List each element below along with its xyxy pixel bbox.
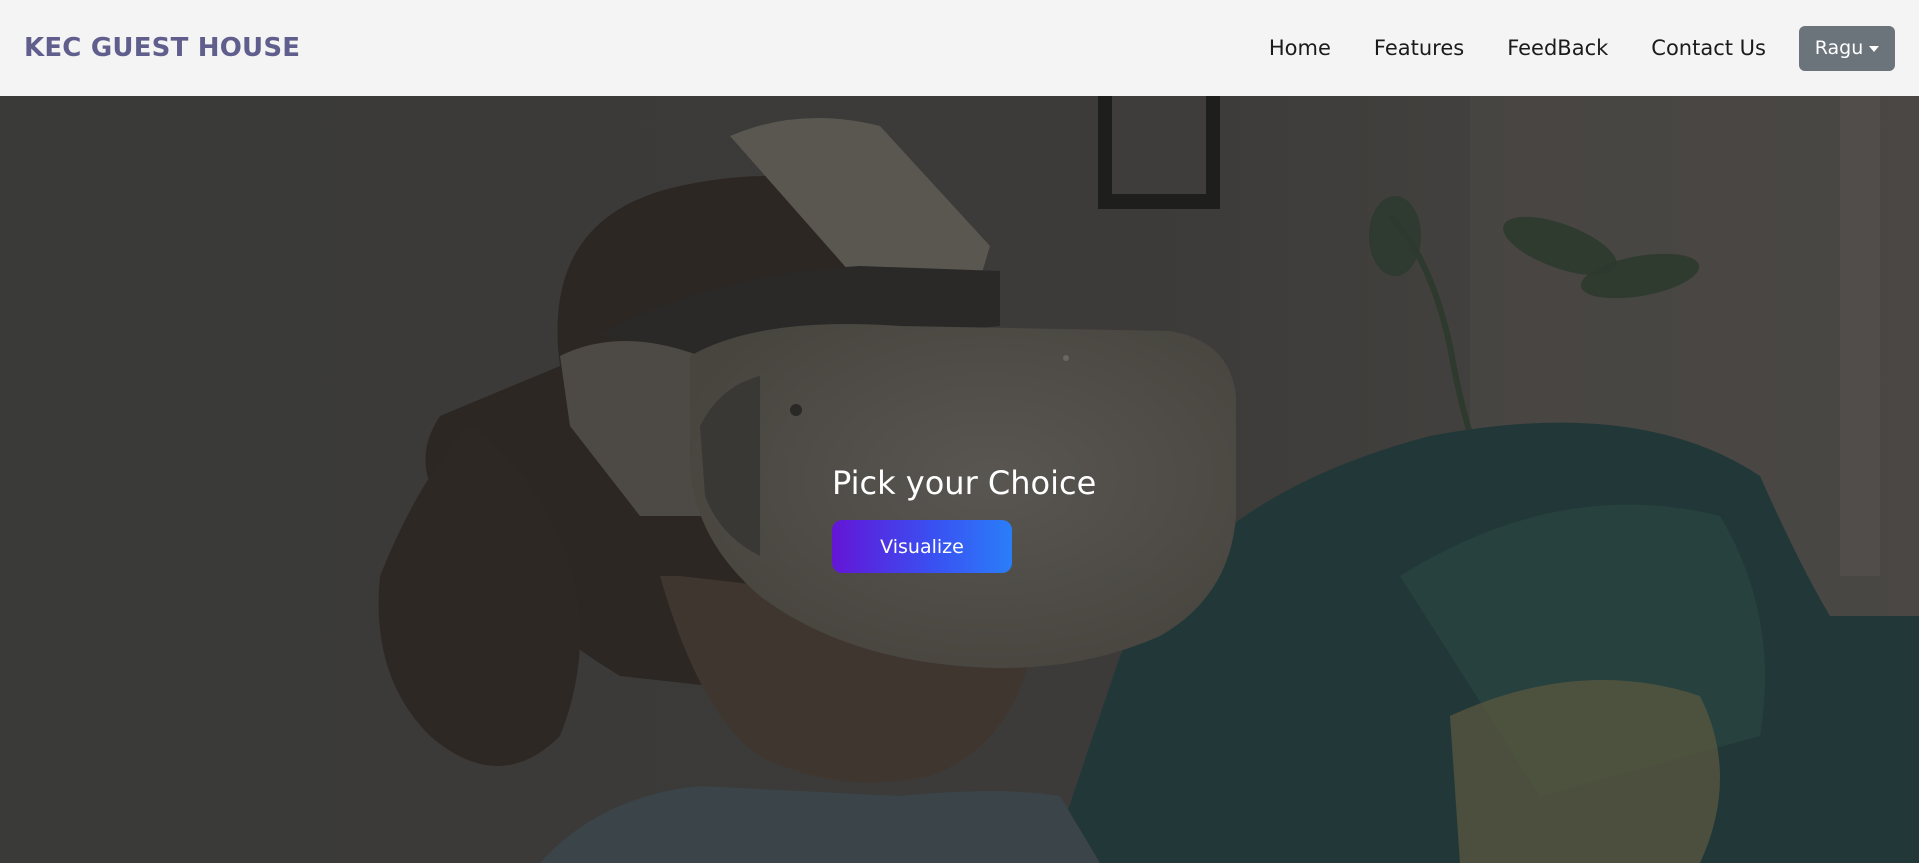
hero-title: Pick your Choice bbox=[832, 464, 1097, 502]
brand-logo-text[interactable]: KEC GUEST HOUSE bbox=[24, 33, 300, 63]
user-menu-label: Ragu bbox=[1814, 37, 1864, 59]
user-menu-dropdown[interactable]: Ragu bbox=[1799, 25, 1895, 71]
nav-link-home[interactable]: Home bbox=[1269, 36, 1331, 60]
nav-link-feedback[interactable]: FeedBack bbox=[1507, 36, 1608, 60]
caret-down-icon bbox=[1869, 46, 1880, 52]
visualize-button[interactable]: Visualize bbox=[832, 520, 1012, 573]
nav-links: Home Features FeedBack Contact Us Ragu bbox=[1226, 25, 1895, 71]
hero-content: Pick your Choice Visualize bbox=[832, 464, 1096, 573]
navbar: KEC GUEST HOUSE Home Features FeedBack C… bbox=[0, 0, 1919, 96]
nav-link-contact-us[interactable]: Contact Us bbox=[1651, 36, 1766, 60]
hero-section: Pick your Choice Visualize bbox=[0, 96, 1919, 863]
nav-link-features[interactable]: Features bbox=[1374, 36, 1464, 60]
